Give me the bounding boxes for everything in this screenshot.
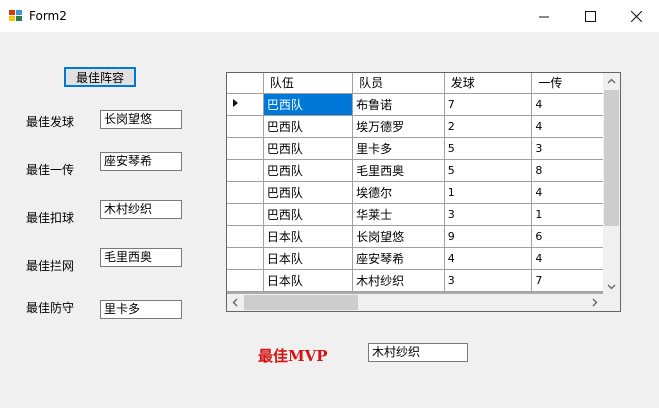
vertical-scroll-thumb[interactable]: [604, 90, 619, 226]
maximize-button[interactable]: [567, 0, 613, 32]
grid-cell[interactable]: 埃德尔: [352, 181, 445, 204]
horizontal-scrollbar[interactable]: [227, 294, 603, 311]
row-header[interactable]: [227, 203, 264, 226]
grid-cell[interactable]: 3: [444, 269, 533, 292]
best-pass-field[interactable]: 座安琴希: [100, 152, 182, 171]
table-row[interactable]: 日本队 长岗望悠 9 6: [227, 225, 620, 248]
table-row[interactable]: 日本队 木村纱织 3 7: [227, 269, 620, 292]
table-row[interactable]: 巴西队 华莱士 3 1: [227, 203, 620, 226]
close-button[interactable]: [613, 0, 659, 32]
grid-cell[interactable]: 巴西队: [263, 203, 354, 226]
grid-cell[interactable]: 巴西队: [263, 93, 354, 116]
table-row[interactable]: 巴西队 里卡多 5 3: [227, 137, 620, 160]
grid-cell[interactable]: 巴西队: [263, 115, 354, 138]
grid-cell[interactable]: 4: [444, 247, 533, 270]
table-row[interactable]: 巴西队 布鲁诺 7 4: [227, 93, 620, 116]
best-lineup-button[interactable]: 最佳阵容: [64, 67, 136, 87]
grid-column-header[interactable]: 队伍: [263, 73, 354, 94]
grid-cell[interactable]: 日本队: [263, 247, 354, 270]
scroll-right-arrow-icon[interactable]: [586, 294, 603, 311]
row-header[interactable]: [227, 181, 264, 204]
best-spike-label: 最佳扣球: [26, 211, 75, 225]
grid-cell[interactable]: 日本队: [263, 269, 354, 292]
grid-cell[interactable]: 5: [444, 159, 533, 182]
grid-cell[interactable]: 3: [444, 203, 533, 226]
grid-cell[interactable]: 日本队: [263, 225, 354, 248]
grid-cell[interactable]: 长岗望悠: [352, 225, 445, 248]
best-defense-label: 最佳防守: [26, 301, 75, 315]
row-header[interactable]: [227, 247, 264, 270]
grid-cell[interactable]: 9: [444, 225, 533, 248]
best-block-label: 最佳拦网: [26, 259, 75, 273]
best-serve-label: 最佳发球: [26, 115, 75, 129]
grid-cell[interactable]: 2: [444, 115, 533, 138]
best-block-field[interactable]: 毛里西奥: [100, 248, 182, 267]
row-header[interactable]: [227, 137, 264, 160]
table-row[interactable]: 巴西队 埃德尔 1 4: [227, 181, 620, 204]
close-icon: [630, 10, 642, 22]
scroll-up-arrow-icon[interactable]: [603, 73, 620, 90]
table-row[interactable]: 巴西队 埃万德罗 2 4: [227, 115, 620, 138]
grid-cell[interactable]: 巴西队: [263, 181, 354, 204]
best-defense-field[interactable]: 里卡多: [100, 300, 182, 319]
row-header[interactable]: [227, 93, 264, 116]
data-grid[interactable]: 队伍 队员 发球 一传 巴西队 布鲁诺 7 4 巴西队 埃万德罗 2 4 巴西队…: [226, 72, 621, 312]
minimize-button[interactable]: [521, 0, 567, 32]
grid-cell[interactable]: 毛里西奥: [352, 159, 445, 182]
window-title: Form2: [29, 9, 67, 23]
grid-header-row: 队伍 队员 发球 一传: [227, 73, 620, 94]
grid-cell[interactable]: 7: [444, 93, 533, 116]
row-header[interactable]: [227, 269, 264, 292]
app-icon: [9, 10, 23, 22]
grid-column-header[interactable]: 发球: [444, 73, 533, 94]
best-serve-field[interactable]: 长岗望悠: [100, 110, 182, 129]
grid-cell[interactable]: 1: [444, 181, 533, 204]
best-pass-label: 最佳一传: [26, 163, 75, 177]
mvp-label: 最佳MVP: [258, 347, 328, 365]
grid-cell[interactable]: 埃万德罗: [352, 115, 445, 138]
vertical-scrollbar[interactable]: [603, 73, 620, 295]
scrollbar-corner: [603, 294, 620, 311]
grid-table: 队伍 队员 发球 一传 巴西队 布鲁诺 7 4 巴西队 埃万德罗 2 4 巴西队…: [227, 73, 620, 292]
table-row[interactable]: 日本队 座安琴希 4 4: [227, 247, 620, 270]
row-header[interactable]: [227, 225, 264, 248]
grid-cell[interactable]: 布鲁诺: [352, 93, 445, 116]
grid-cell[interactable]: 华莱士: [352, 203, 445, 226]
grid-cell[interactable]: 木村纱织: [352, 269, 445, 292]
mvp-field[interactable]: 木村纱织: [368, 343, 468, 362]
horizontal-scroll-thumb[interactable]: [244, 295, 358, 310]
row-header[interactable]: [227, 159, 264, 182]
table-row[interactable]: 巴西队 毛里西奥 5 8: [227, 159, 620, 182]
scroll-left-arrow-icon[interactable]: [227, 294, 244, 311]
grid-cell[interactable]: 巴西队: [263, 137, 354, 160]
title-bar: Form2: [0, 0, 659, 32]
minimize-icon: [538, 16, 549, 17]
grid-corner-cell: [227, 73, 264, 94]
grid-cell[interactable]: 5: [444, 137, 533, 160]
grid-cell[interactable]: 里卡多: [352, 137, 445, 160]
grid-cell[interactable]: 巴西队: [263, 159, 354, 182]
best-spike-field[interactable]: 木村纱织: [100, 200, 182, 219]
row-header[interactable]: [227, 115, 264, 138]
grid-column-header[interactable]: 队员: [352, 73, 445, 94]
grid-cell[interactable]: 座安琴希: [352, 247, 445, 270]
scroll-down-arrow-icon[interactable]: [603, 278, 620, 295]
current-row-arrow-icon: [233, 99, 238, 107]
maximize-icon: [584, 10, 596, 22]
